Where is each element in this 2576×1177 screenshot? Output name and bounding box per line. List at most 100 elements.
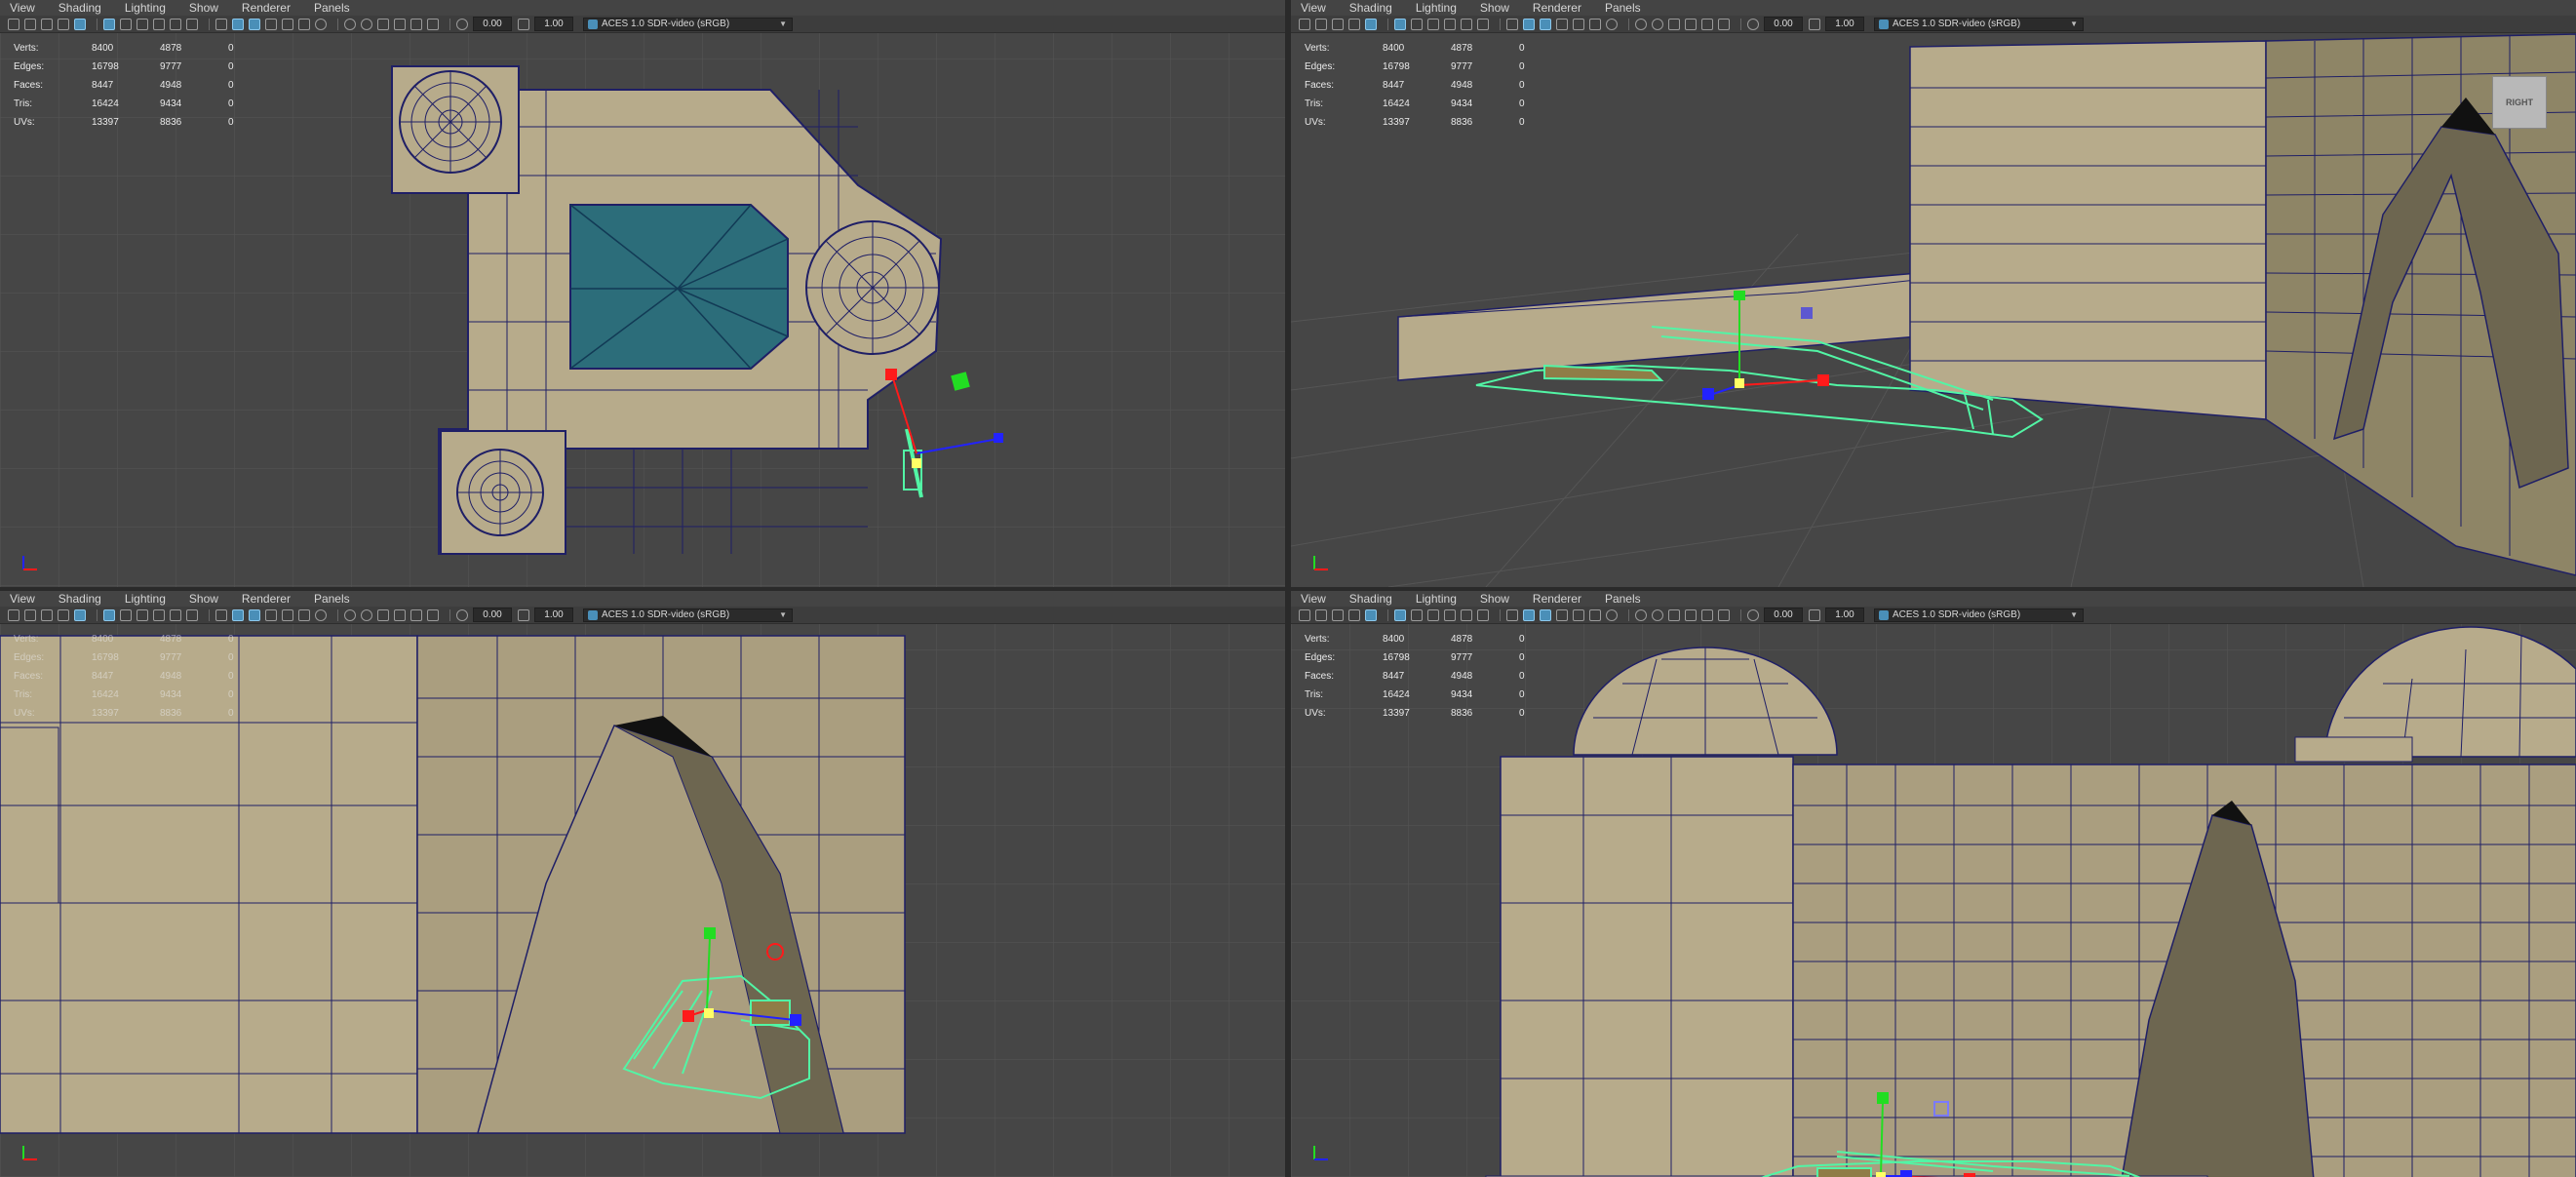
menu-panels[interactable]: Panels	[314, 592, 350, 606]
wireframe-icon[interactable]	[1506, 608, 1518, 621]
lock-camera-icon[interactable]	[1315, 18, 1327, 30]
exposure-icon[interactable]	[1747, 608, 1759, 621]
isolate-select-icon[interactable]	[394, 608, 406, 621]
textured-icon[interactable]	[265, 608, 277, 621]
anti-aliasing-icon[interactable]	[1652, 18, 1663, 30]
menu-panels[interactable]: Panels	[1605, 1, 1641, 15]
xray-joints-icon[interactable]	[1718, 608, 1730, 621]
xray-icon[interactable]	[1701, 18, 1713, 30]
safe-action-icon[interactable]	[1477, 18, 1489, 30]
smooth-shade-icon[interactable]	[232, 18, 244, 30]
ambient-occlusion-icon[interactable]	[1606, 18, 1618, 30]
dome-right[interactable]	[805, 220, 940, 355]
textured-icon[interactable]	[1556, 18, 1568, 30]
motion-blur-icon[interactable]	[1635, 608, 1647, 621]
shadows-icon[interactable]	[1589, 608, 1601, 621]
wireframe-icon[interactable]	[1506, 18, 1518, 30]
gamma-icon[interactable]	[1809, 608, 1820, 621]
viewport-perspective[interactable]: RIGHT View Shading Lighting Show Rendere…	[1291, 0, 2576, 587]
field-chart-icon[interactable]	[170, 608, 181, 621]
grid-icon[interactable]	[103, 608, 115, 621]
viewport-top[interactable]: View Shading Lighting Show Renderer Pane…	[0, 0, 1285, 587]
gate-mask-icon[interactable]	[153, 18, 165, 30]
exposure-icon[interactable]	[456, 18, 468, 30]
depth-of-field-icon[interactable]	[377, 18, 389, 30]
color-space-dropdown[interactable]: ACES 1.0 SDR-video (sRGB) ▼	[583, 17, 793, 31]
menu-lighting[interactable]: Lighting	[125, 592, 166, 606]
gamma-field[interactable]: 1.00	[534, 17, 573, 31]
resolution-gate-icon[interactable]	[137, 608, 148, 621]
exposure-field[interactable]: 0.00	[1764, 608, 1803, 622]
menu-renderer[interactable]: Renderer	[1533, 592, 1581, 606]
color-space-dropdown[interactable]: ACES 1.0 SDR-video (sRGB) ▼	[1874, 17, 2084, 31]
color-space-dropdown[interactable]: ACES 1.0 SDR-video (sRGB) ▼	[583, 608, 793, 622]
exposure-field[interactable]: 0.00	[473, 608, 512, 622]
lights-icon[interactable]	[282, 608, 293, 621]
exposure-icon[interactable]	[1747, 18, 1759, 30]
dome-top-left[interactable]	[391, 65, 520, 194]
exposure-field[interactable]: 0.00	[473, 17, 512, 31]
viewport-side[interactable]: View Shading Lighting Show Renderer Pane…	[1291, 591, 2576, 1177]
wireframe-on-shaded-icon[interactable]	[1540, 608, 1551, 621]
camera-icon[interactable]	[8, 18, 20, 30]
grease-pencil-icon[interactable]	[74, 608, 86, 621]
wireframe-on-shaded-icon[interactable]	[249, 608, 260, 621]
wireframe-icon[interactable]	[215, 608, 227, 621]
menu-lighting[interactable]: Lighting	[1416, 592, 1457, 606]
image-plane-icon[interactable]	[1348, 608, 1360, 621]
grid-icon[interactable]	[1394, 18, 1406, 30]
shadows-icon[interactable]	[298, 608, 310, 621]
wireframe-on-shaded-icon[interactable]	[249, 18, 260, 30]
bookmark-icon[interactable]	[1332, 608, 1344, 621]
bookmark-icon[interactable]	[41, 608, 53, 621]
grease-pencil-icon[interactable]	[74, 18, 86, 30]
textured-icon[interactable]	[1556, 608, 1568, 621]
gamma-icon[interactable]	[518, 608, 529, 621]
gamma-icon[interactable]	[518, 18, 529, 30]
gamma-field[interactable]: 1.00	[534, 608, 573, 622]
bookmark-icon[interactable]	[1332, 18, 1344, 30]
menu-shading[interactable]: Shading	[59, 592, 101, 606]
gate-mask-icon[interactable]	[153, 608, 165, 621]
lock-camera-icon[interactable]	[24, 608, 36, 621]
viewport-front[interactable]: View Shading Lighting Show Renderer Pane…	[0, 591, 1285, 1177]
resolution-gate-icon[interactable]	[137, 18, 148, 30]
gate-mask-icon[interactable]	[1444, 608, 1456, 621]
menu-view[interactable]: View	[10, 1, 35, 15]
ambient-occlusion-icon[interactable]	[315, 18, 327, 30]
wireframe-on-shaded-icon[interactable]	[1540, 18, 1551, 30]
resolution-gate-icon[interactable]	[1427, 608, 1439, 621]
textured-icon[interactable]	[265, 18, 277, 30]
lights-icon[interactable]	[1573, 608, 1584, 621]
gate-mask-icon[interactable]	[1444, 18, 1456, 30]
xray-icon[interactable]	[410, 18, 422, 30]
lock-camera-icon[interactable]	[1315, 608, 1327, 621]
anti-aliasing-icon[interactable]	[361, 18, 372, 30]
menu-renderer[interactable]: Renderer	[242, 592, 291, 606]
smooth-shade-icon[interactable]	[1523, 18, 1535, 30]
menu-lighting[interactable]: Lighting	[125, 1, 166, 15]
xray-joints-icon[interactable]	[427, 18, 439, 30]
menu-shading[interactable]: Shading	[1349, 1, 1392, 15]
image-plane-icon[interactable]	[1348, 18, 1360, 30]
menu-show[interactable]: Show	[189, 1, 218, 15]
menu-renderer[interactable]: Renderer	[1533, 1, 1581, 15]
color-space-dropdown[interactable]: ACES 1.0 SDR-video (sRGB) ▼	[1874, 608, 2084, 622]
gamma-field[interactable]: 1.00	[1825, 608, 1864, 622]
wireframe-icon[interactable]	[215, 18, 227, 30]
anti-aliasing-icon[interactable]	[361, 608, 372, 621]
film-gate-icon[interactable]	[1411, 18, 1423, 30]
menu-view[interactable]: View	[10, 592, 35, 606]
isolate-select-icon[interactable]	[394, 18, 406, 30]
menu-view[interactable]: View	[1301, 1, 1326, 15]
menu-show[interactable]: Show	[1480, 592, 1509, 606]
viewport-splitter-horizontal[interactable]	[0, 587, 2576, 591]
smooth-shade-icon[interactable]	[232, 608, 244, 621]
isolate-select-icon[interactable]	[1685, 18, 1697, 30]
exposure-field[interactable]: 0.00	[1764, 17, 1803, 31]
field-chart-icon[interactable]	[1461, 18, 1472, 30]
safe-action-icon[interactable]	[1477, 608, 1489, 621]
safe-action-icon[interactable]	[186, 608, 198, 621]
image-plane-icon[interactable]	[58, 18, 69, 30]
xray-joints-icon[interactable]	[427, 608, 439, 621]
